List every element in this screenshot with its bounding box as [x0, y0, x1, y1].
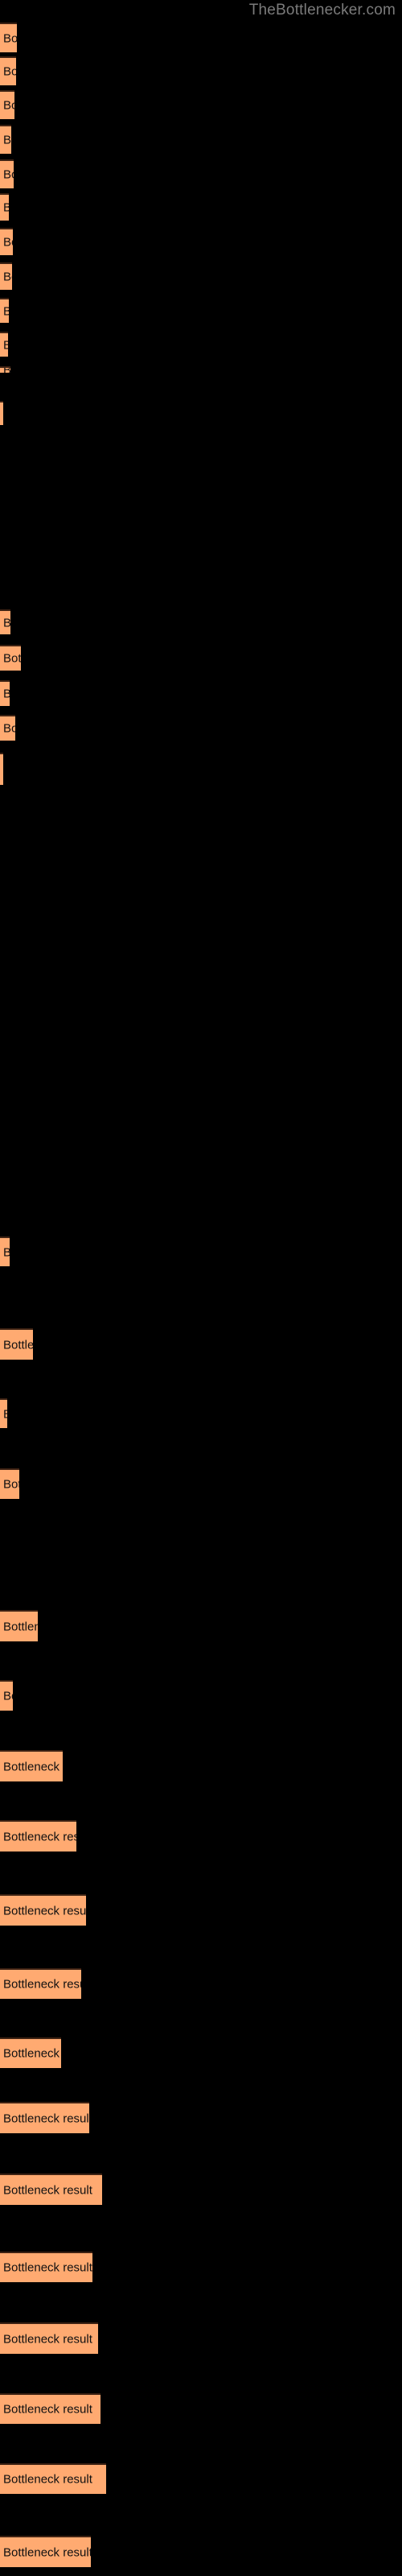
- bar-label: Bottleneck result: [3, 651, 21, 666]
- bar[interactable]: Bottleneck result: [0, 2322, 98, 2354]
- bar-label: Bottleneck result: [3, 1904, 86, 1918]
- bar-label: Bottleneck result: [3, 1977, 81, 1992]
- bar-label: Bottleneck result: [3, 31, 17, 45]
- bar-label: Bottleneck result: [3, 1760, 63, 1773]
- bar[interactable]: Bottleneck result: [0, 228, 13, 255]
- bar-label: Bottleneck result: [3, 1830, 76, 1843]
- bar-label: Bottleneck result: [3, 1246, 10, 1258]
- bars-layer: Bottleneck result Bottleneck result Bottle…: [0, 0, 402, 2576]
- bar-label: Bottleneck result: [3, 339, 8, 351]
- bar[interactable]: Bottleneck result: [0, 56, 16, 85]
- bar[interactable]: Bottleneck result: [0, 1236, 10, 1266]
- bar[interactable]: Bottleneck result: [0, 2252, 92, 2282]
- bar-label: Bottleneck result: [3, 98, 14, 113]
- bar-label: Bottleneck result: [3, 688, 10, 700]
- bar-label: Bottleneck result: [3, 2046, 61, 2061]
- bar[interactable]: Bottleneck result: [0, 609, 10, 634]
- bar[interactable]: Bottleneck result: [0, 645, 21, 671]
- bar-label: Bottleneck result: [3, 2402, 92, 2417]
- bar[interactable]: Bottleneck result: [0, 1750, 63, 1781]
- bar-label: Bottleneck result: [3, 167, 14, 182]
- bar[interactable]: Bottleneck result: [0, 2174, 102, 2205]
- bar[interactable]: Bottleneck result: [0, 753, 3, 785]
- bar-label: Bottleneck result: [3, 202, 9, 214]
- bar-label: Bottleneck result: [3, 2545, 91, 2559]
- bar-label: Bottleneck result: [3, 2183, 92, 2197]
- bar[interactable]: Bottleneck result: [0, 1680, 13, 1711]
- bar-label: Bottleneck result: [3, 1338, 33, 1352]
- bar[interactable]: Bottleneck result: [0, 2463, 106, 2494]
- bar-label: Bottleneck result: [3, 2332, 92, 2346]
- bar-label: Bottleneck result: [3, 235, 13, 250]
- bar[interactable]: Bottleneck result: [0, 332, 8, 357]
- bar[interactable]: Bottleneck result: [0, 680, 10, 706]
- bar-label: Bottleneck result: [3, 64, 16, 79]
- bar[interactable]: Bottleneck result: [0, 401, 3, 425]
- bar[interactable]: Bottleneck result: [0, 1398, 7, 1428]
- bar[interactable]: Bottleneck result: [0, 90, 14, 119]
- bar[interactable]: Bottleneck result: [0, 262, 12, 290]
- bar[interactable]: Bottleneck result: [0, 2102, 89, 2133]
- bar[interactable]: Bottleneck result: [0, 1968, 81, 1999]
- bar-label: Bottleneck result: [3, 368, 10, 373]
- bar[interactable]: Bottleneck result: [0, 1820, 76, 1852]
- bar-label: Bottleneck result: [3, 721, 15, 736]
- bar-label: Bottleneck result: [3, 1477, 19, 1492]
- bar[interactable]: Bottleneck result: [0, 2536, 91, 2567]
- bar-label: Bottleneck result: [3, 2112, 89, 2125]
- bar[interactable]: Bottleneck result: [0, 1468, 19, 1499]
- bar-label: Bottleneck result: [3, 1408, 7, 1420]
- bar[interactable]: Bottleneck result: [0, 298, 9, 323]
- bar-label: Bottleneck result: [3, 1689, 13, 1703]
- bar-label: Bottleneck result: [3, 133, 11, 147]
- bar-label: Bottleneck result: [3, 2472, 92, 2487]
- bar-chart-canvas: TheBottlenecker.com Bottleneck resultBot…: [0, 0, 402, 2576]
- bar[interactable]: Bottleneck result: [0, 2393, 100, 2424]
- bar-label: Bottleneck result: [3, 1620, 38, 1633]
- bar-label: Bottleneck result: [3, 617, 10, 629]
- bar-label: Bottleneck result: [3, 270, 12, 284]
- bar[interactable]: Bottleneck result: [0, 366, 10, 373]
- bar[interactable]: Bottleneck result: [0, 1328, 33, 1360]
- bar[interactable]: Bottleneck result: [0, 2037, 61, 2068]
- bar[interactable]: Bottleneck result: [0, 1894, 86, 1926]
- bar[interactable]: Bottleneck result: [0, 23, 17, 52]
- bar[interactable]: Bottleneck result: [0, 125, 11, 154]
- bar-label: Bottleneck result: [3, 305, 9, 317]
- bar[interactable]: Bottleneck result: [0, 193, 9, 221]
- bar-label: Bottleneck result: [3, 2260, 92, 2275]
- bar[interactable]: Bottleneck result: [0, 1610, 38, 1641]
- bar[interactable]: Bottleneck result: [0, 715, 15, 741]
- bar[interactable]: Bottleneck result: [0, 159, 14, 188]
